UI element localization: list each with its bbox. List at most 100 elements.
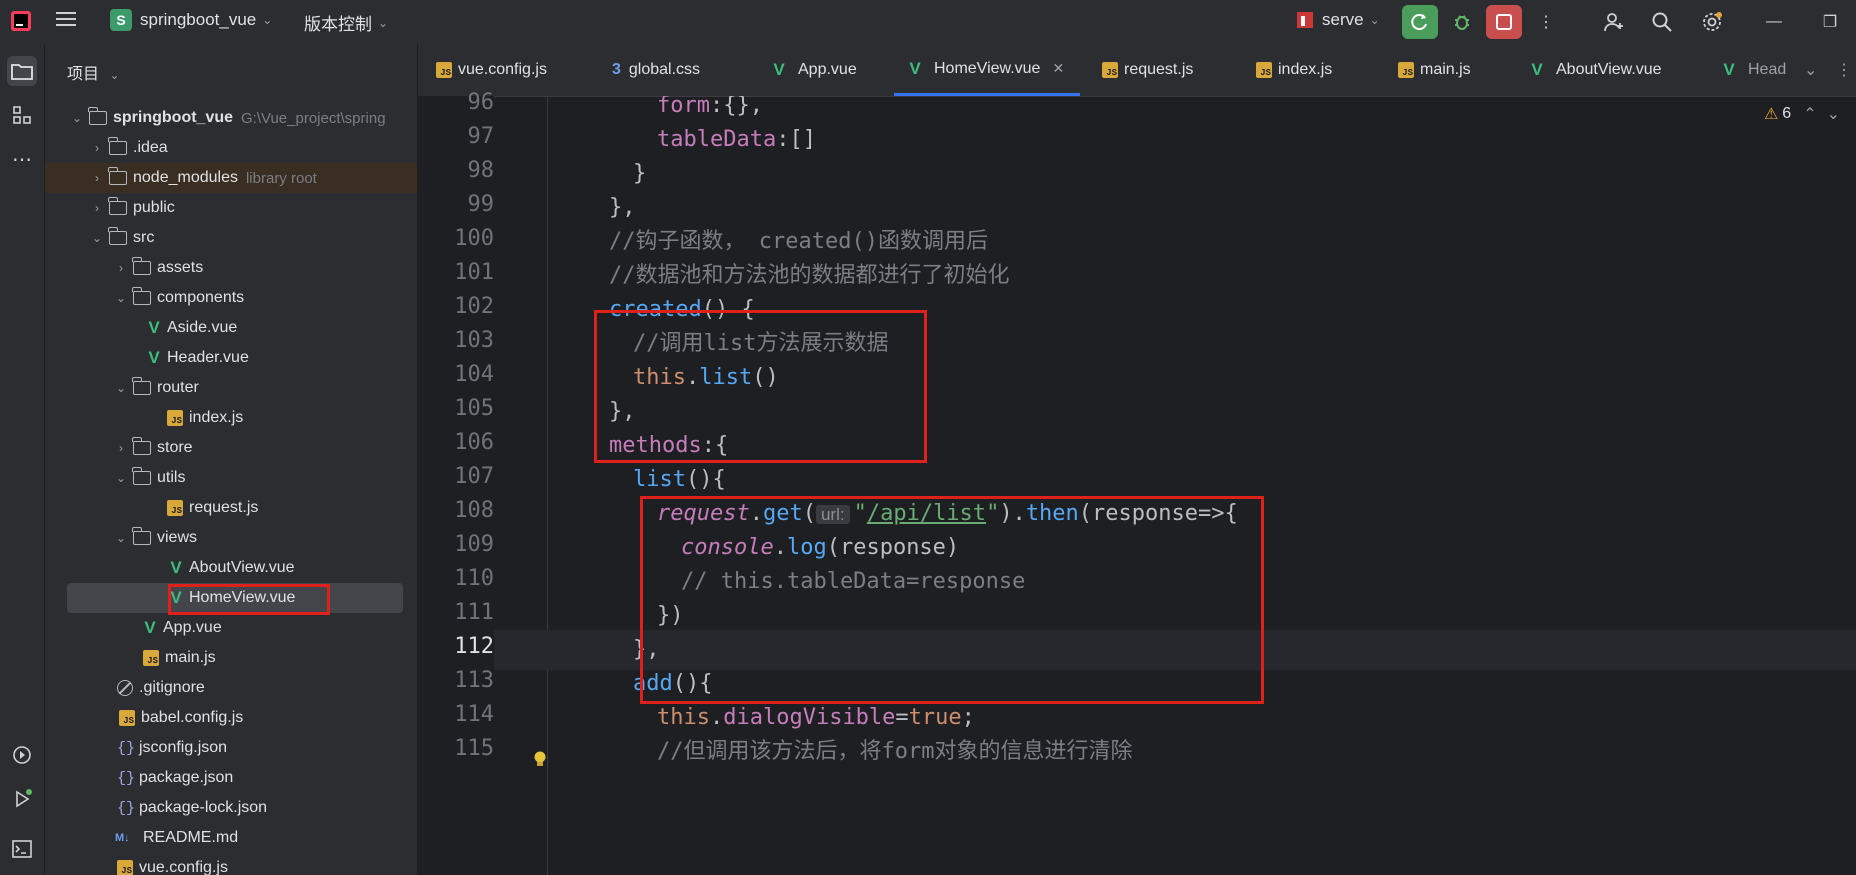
tree-item-aside-vue[interactable]: V Aside.vue — [45, 313, 417, 343]
tab-label: vue.config.js — [458, 61, 547, 78]
chevron-right-icon[interactable]: › — [89, 201, 105, 215]
chevron-right-icon[interactable]: › — [113, 261, 129, 275]
tab-index-js[interactable]: JS index.js — [1256, 44, 1332, 96]
chevron-down-icon[interactable]: ⌄ — [69, 111, 85, 125]
tree-item-package-json[interactable]: {} package.json — [45, 763, 417, 793]
chevron-down-icon[interactable]: ⌄ — [113, 531, 129, 545]
main-menu-icon[interactable] — [56, 10, 76, 28]
terminal-icon[interactable] — [7, 834, 37, 864]
tree-item-src[interactable]: ⌄ src — [45, 223, 417, 253]
tree-item-node-modules[interactable]: › node_modules library root — [45, 163, 417, 193]
line-number: 96 — [467, 90, 495, 115]
tree-item-aboutview-vue[interactable]: V AboutView.vue — [45, 553, 417, 583]
stop-button[interactable] — [1486, 5, 1522, 39]
tree-item-views[interactable]: ⌄ views — [45, 523, 417, 553]
project-switcher[interactable]: S springboot_vue ⌄ — [110, 9, 272, 31]
vcs-label: 版本控制 — [304, 15, 372, 34]
tree-item-header-vue[interactable]: V Header.vue — [45, 343, 417, 373]
tree-item-assets[interactable]: › assets — [45, 253, 417, 283]
tree-item-vue-config[interactable]: JS vue.config.js — [45, 853, 417, 875]
project-panel-header[interactable]: 项目 ⌄ — [67, 60, 120, 84]
ide-logo-icon[interactable] — [10, 10, 32, 32]
tree-item-readme[interactable]: M↓ README.md — [45, 823, 417, 853]
tree-item-main-js[interactable]: JS main.js — [45, 643, 417, 673]
npm-icon — [1297, 12, 1313, 28]
line-number-gutter: 96 97 98 99 100 101 102 103 104 105 106 … — [418, 90, 546, 875]
chevron-down-icon: ⌄ — [262, 13, 273, 27]
code-editor[interactable]: form:{}, tableData:[] } }, //钩子函数， creat… — [494, 96, 1856, 875]
tab-request-js[interactable]: JS request.js — [1102, 44, 1193, 96]
line-number: 101 — [454, 260, 494, 285]
tree-label: Header.vue — [167, 349, 249, 366]
token: :[] — [776, 127, 816, 152]
token: ; — [961, 705, 975, 730]
chevron-down-icon[interactable]: ⌄ — [113, 291, 129, 305]
tree-root[interactable]: ⌄ springboot_vue G:\Vue_project\spring — [45, 103, 417, 133]
chevron-right-icon[interactable]: › — [89, 141, 105, 155]
tree-item-babel-config[interactable]: JS babel.config.js — [45, 703, 417, 733]
editor-area: JS vue.config.js 3 global.css V App.vue V Ho… — [418, 44, 1856, 875]
chevron-down-icon[interactable]: ⌄ — [113, 381, 129, 395]
tree-item-package-lock[interactable]: {} package-lock.json — [45, 793, 417, 823]
minimize-icon[interactable]: — — [1756, 5, 1792, 39]
tab-header-vue[interactable]: V Head — [1720, 44, 1800, 96]
run-icon[interactable] — [7, 784, 37, 814]
rerun-button[interactable] — [1402, 5, 1438, 39]
folder-icon — [132, 377, 151, 395]
more-tools-icon[interactable]: ⋯ — [7, 144, 37, 174]
more-actions-icon[interactable]: ⋮ — [1528, 5, 1564, 39]
line-number: 98 — [467, 158, 495, 183]
tree-item-utils[interactable]: ⌄ utils — [45, 463, 417, 493]
tree-item-index-js[interactable]: JS index.js — [45, 403, 417, 433]
tree-item-idea[interactable]: › .idea — [45, 133, 417, 163]
search-icon[interactable] — [1644, 5, 1680, 39]
tab-main-js[interactable]: JS main.js — [1398, 44, 1471, 96]
tree-item-components[interactable]: ⌄ components — [45, 283, 417, 313]
highlight-box-list-method — [640, 496, 1264, 704]
tree-item-gitignore[interactable]: .gitignore — [45, 673, 417, 703]
project-folder-icon[interactable] — [7, 56, 37, 86]
tab-aboutview-vue[interactable]: V AboutView.vue — [1528, 44, 1662, 96]
chevron-right-icon[interactable]: › — [89, 171, 105, 185]
tab-global-css[interactable]: 3 global.css — [612, 44, 700, 96]
tab-homeview-vue[interactable]: V HomeView.vue ✕ — [894, 44, 1081, 96]
line-number: 114 — [454, 702, 494, 727]
tree-item-store[interactable]: › store — [45, 433, 417, 463]
settings-gear-icon[interactable] — [1694, 5, 1730, 39]
js-file-icon: JS — [119, 710, 135, 726]
project-tool-window: 项目 ⌄ ⌄ springboot_vue G:\Vue_project\spr… — [45, 44, 417, 875]
tab-app-vue[interactable]: V App.vue — [770, 44, 856, 96]
tree-label: App.vue — [163, 619, 222, 636]
debug-button[interactable] — [1444, 5, 1480, 39]
tree-label: main.js — [165, 649, 216, 666]
add-user-icon[interactable] — [1596, 5, 1632, 39]
tree-item-router[interactable]: ⌄ router — [45, 373, 417, 403]
token: 对象的信息进行清除 — [934, 739, 1133, 764]
structure-icon[interactable] — [7, 100, 37, 130]
tree-item-request-js[interactable]: JS request.js — [45, 493, 417, 523]
folder-icon — [108, 197, 127, 215]
tree-item-jsconfig[interactable]: {} jsconfig.json — [45, 733, 417, 763]
line-number: 97 — [467, 124, 495, 149]
vcs-menu[interactable]: 版本控制 ⌄ — [304, 10, 388, 35]
services-icon[interactable] — [7, 740, 37, 770]
tree-label: AboutView.vue — [189, 559, 295, 576]
chevron-right-icon[interactable]: › — [113, 441, 129, 455]
tabs-overflow-chevron-icon[interactable]: ⌄ — [1804, 44, 1817, 96]
tabs-more-icon[interactable]: ⋮ — [1836, 44, 1852, 96]
line-number: 99 — [467, 192, 495, 217]
token: tableData — [657, 127, 777, 152]
close-icon[interactable]: ✕ — [1052, 60, 1064, 77]
chevron-down-icon[interactable]: ⌄ — [113, 471, 129, 485]
tab-label: AboutView.vue — [1556, 61, 1662, 78]
tab-vue-config[interactable]: JS vue.config.js — [436, 44, 547, 96]
token: form — [881, 739, 935, 764]
tree-label: index.js — [189, 409, 244, 426]
run-config-selector[interactable]: serve ⌄ — [1296, 10, 1380, 30]
folder-icon — [132, 437, 151, 455]
restore-window-icon[interactable]: ❐ — [1812, 5, 1848, 39]
chevron-down-icon[interactable]: ⌄ — [89, 231, 105, 245]
tree-item-public[interactable]: › public — [45, 193, 417, 223]
tab-label: request.js — [1124, 61, 1194, 78]
tree-item-app-vue[interactable]: V App.vue — [45, 613, 417, 643]
